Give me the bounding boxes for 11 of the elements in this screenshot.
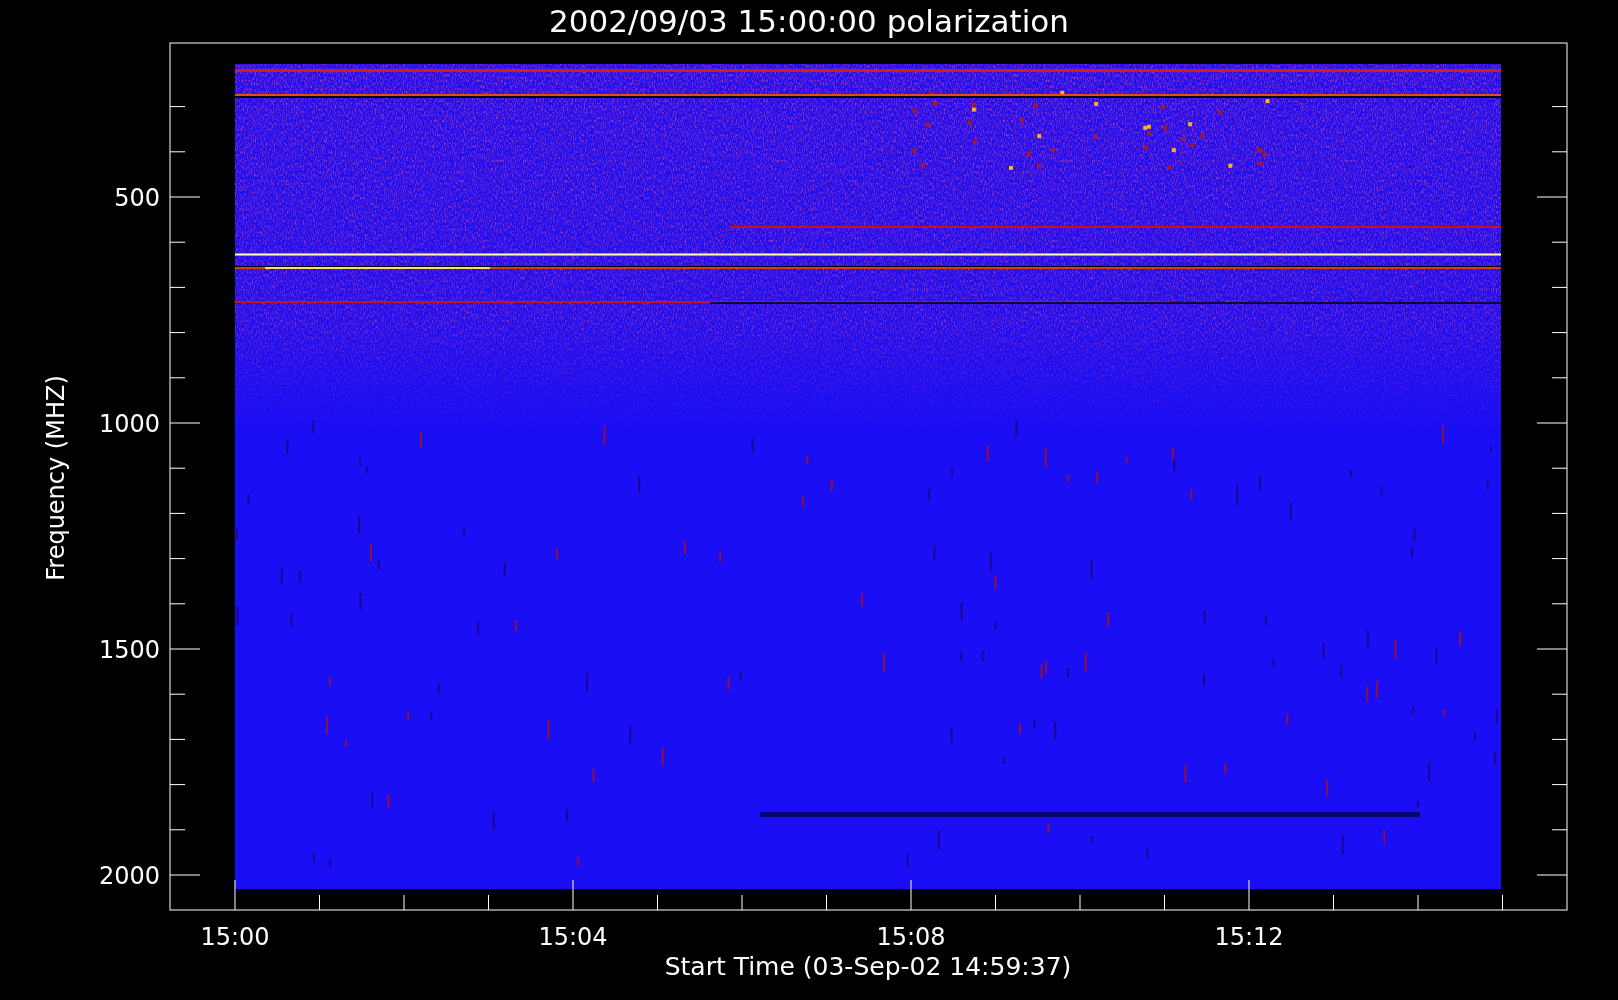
y-tick-label: 1000 [98, 410, 160, 438]
x-tick-label: 15:12 [1214, 923, 1284, 951]
x-axis-label: Start Time (03-Sep-02 14:59:37) [664, 952, 1072, 981]
plot-title: 2002/09/03 15:00:00 polarization [549, 3, 1069, 39]
x-tick-label: 15:04 [538, 923, 608, 951]
y-tick-label: 2000 [98, 862, 160, 890]
y-tick-label: 1500 [98, 636, 160, 664]
x-tick-label: 15:00 [200, 923, 270, 951]
y-tick-label: 500 [114, 184, 160, 212]
x-tick-label: 15:08 [876, 923, 946, 951]
y-axis-label: Frequency (MHZ) [42, 375, 70, 581]
